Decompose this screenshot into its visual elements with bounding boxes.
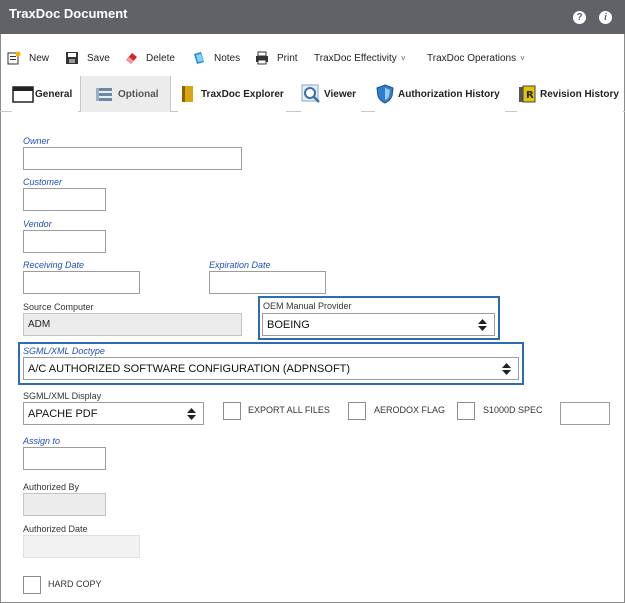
toolbar: New Save Delete Notes Print TraxDoc Effe… <box>0 42 625 72</box>
source-computer-input <box>23 313 242 336</box>
tab-authorization-history[interactable]: Authorization History <box>375 76 505 112</box>
customer-input[interactable] <box>23 188 106 211</box>
aerodox-flag-checkbox[interactable] <box>348 402 366 420</box>
tab-general-label: General <box>35 88 73 100</box>
source-computer-label: Source Computer <box>23 302 94 312</box>
tab-viewer[interactable]: Viewer <box>301 76 361 112</box>
shield-icon <box>375 84 395 104</box>
title-bar: TraxDoc Document ? i <box>0 0 625 34</box>
book-icon <box>178 84 198 104</box>
oem-provider-label: OEM Manual Provider <box>263 301 352 311</box>
assign-to-label: Assign to <box>23 436 61 446</box>
sort-arrows-icon <box>502 363 511 375</box>
notes-label: Notes <box>214 52 241 64</box>
svg-text:R: R <box>526 90 534 101</box>
sgml-display-label: SGML/XML Display <box>23 391 102 401</box>
sgml-doctype-select[interactable]: A/C AUTHORIZED SOFTWARE CONFIGURATION (A… <box>23 357 519 380</box>
new-label: New <box>29 52 50 64</box>
sort-arrows-icon <box>187 408 196 420</box>
print-label: Print <box>277 52 298 64</box>
tab-bar: General Optional TraxDoc Explorer Viewer… <box>0 76 625 112</box>
s1000d-spec-input[interactable] <box>560 402 610 425</box>
stack-icon <box>95 84 115 104</box>
authorized-date-label: Authorized Date <box>23 524 88 534</box>
window-icon <box>12 84 34 104</box>
tab-revision-history-label: Revision History <box>540 88 619 100</box>
owner-label: Owner <box>23 136 50 146</box>
tab-revision-history[interactable]: R Revision History <box>517 76 623 112</box>
aerodox-flag-label: AERODOX FLAG <box>374 405 446 415</box>
authorized-by-label: Authorized By <box>23 482 80 492</box>
save-button[interactable]: Save <box>65 50 110 66</box>
hard-copy-checkbox[interactable] <box>23 576 41 594</box>
print-button[interactable]: Print <box>255 50 298 66</box>
vendor-label: Vendor <box>23 219 52 229</box>
notes-button[interactable]: Notes <box>192 50 240 66</box>
traxdoc-effectivity-menu[interactable]: TraxDoc Effectivity ˅ <box>314 50 405 66</box>
sgml-display-select[interactable]: APACHE PDF <box>23 402 204 425</box>
vendor-input[interactable] <box>23 230 106 253</box>
info-icon[interactable]: i <box>599 11 612 24</box>
tab-traxdoc-explorer-label: TraxDoc Explorer <box>201 88 284 100</box>
new-icon <box>7 51 21 65</box>
hard-copy-label: HARD COPY <box>48 579 102 589</box>
sort-arrows-icon <box>478 319 487 331</box>
receiving-date-input[interactable] <box>23 271 140 294</box>
authorized-date-input <box>23 535 140 558</box>
sgml-doctype-label: SGML/XML Doctype <box>23 346 105 356</box>
owner-input[interactable] <box>23 147 242 170</box>
help-icon[interactable]: ? <box>573 11 586 24</box>
authorized-by-input <box>23 493 106 516</box>
oem-provider-value: BOEING <box>267 319 310 331</box>
chevron-down-icon: ˅ <box>520 53 525 63</box>
export-all-files-label: EXPORT ALL FILES <box>248 405 330 415</box>
tab-viewer-label: Viewer <box>324 88 357 100</box>
revision-icon: R <box>517 84 537 104</box>
effectivity-label: TraxDoc Effectivity <box>314 52 397 64</box>
export-all-files-checkbox[interactable] <box>223 402 241 420</box>
tab-authorization-history-label: Authorization History <box>398 88 500 100</box>
tab-traxdoc-explorer[interactable]: TraxDoc Explorer <box>178 76 286 112</box>
sgml-display-value: APACHE PDF <box>28 408 98 420</box>
traxdoc-operations-menu[interactable]: TraxDoc Operations ˅ <box>427 50 525 66</box>
magnifier-icon <box>301 84 321 104</box>
tab-optional-label: Optional <box>118 88 159 100</box>
notes-icon <box>192 51 206 65</box>
chevron-down-icon: ˅ <box>400 53 406 63</box>
receiving-date-label: Receiving Date <box>23 260 85 270</box>
floppy-icon <box>65 51 79 65</box>
oem-provider-select[interactable]: BOEING <box>262 313 495 336</box>
expiration-date-input[interactable] <box>209 271 326 294</box>
window-title: TraxDoc Document <box>9 6 128 21</box>
delete-label: Delete <box>146 52 175 64</box>
printer-icon <box>255 51 269 65</box>
new-button[interactable]: New <box>7 50 49 66</box>
customer-label: Customer <box>23 177 63 187</box>
sgml-doctype-value: A/C AUTHORIZED SOFTWARE CONFIGURATION (A… <box>28 363 351 375</box>
tab-optional[interactable]: Optional <box>80 76 171 112</box>
save-label: Save <box>87 52 110 64</box>
tab-general[interactable]: General <box>12 76 78 112</box>
assign-to-input[interactable] <box>23 447 106 470</box>
delete-button[interactable]: Delete <box>124 50 175 66</box>
s1000d-spec-checkbox[interactable] <box>457 402 475 420</box>
s1000d-spec-label: S1000D SPEC <box>483 405 543 415</box>
eraser-icon <box>124 51 138 65</box>
operations-label: TraxDoc Operations <box>427 52 517 64</box>
expiration-date-label: Expiration Date <box>209 260 271 270</box>
